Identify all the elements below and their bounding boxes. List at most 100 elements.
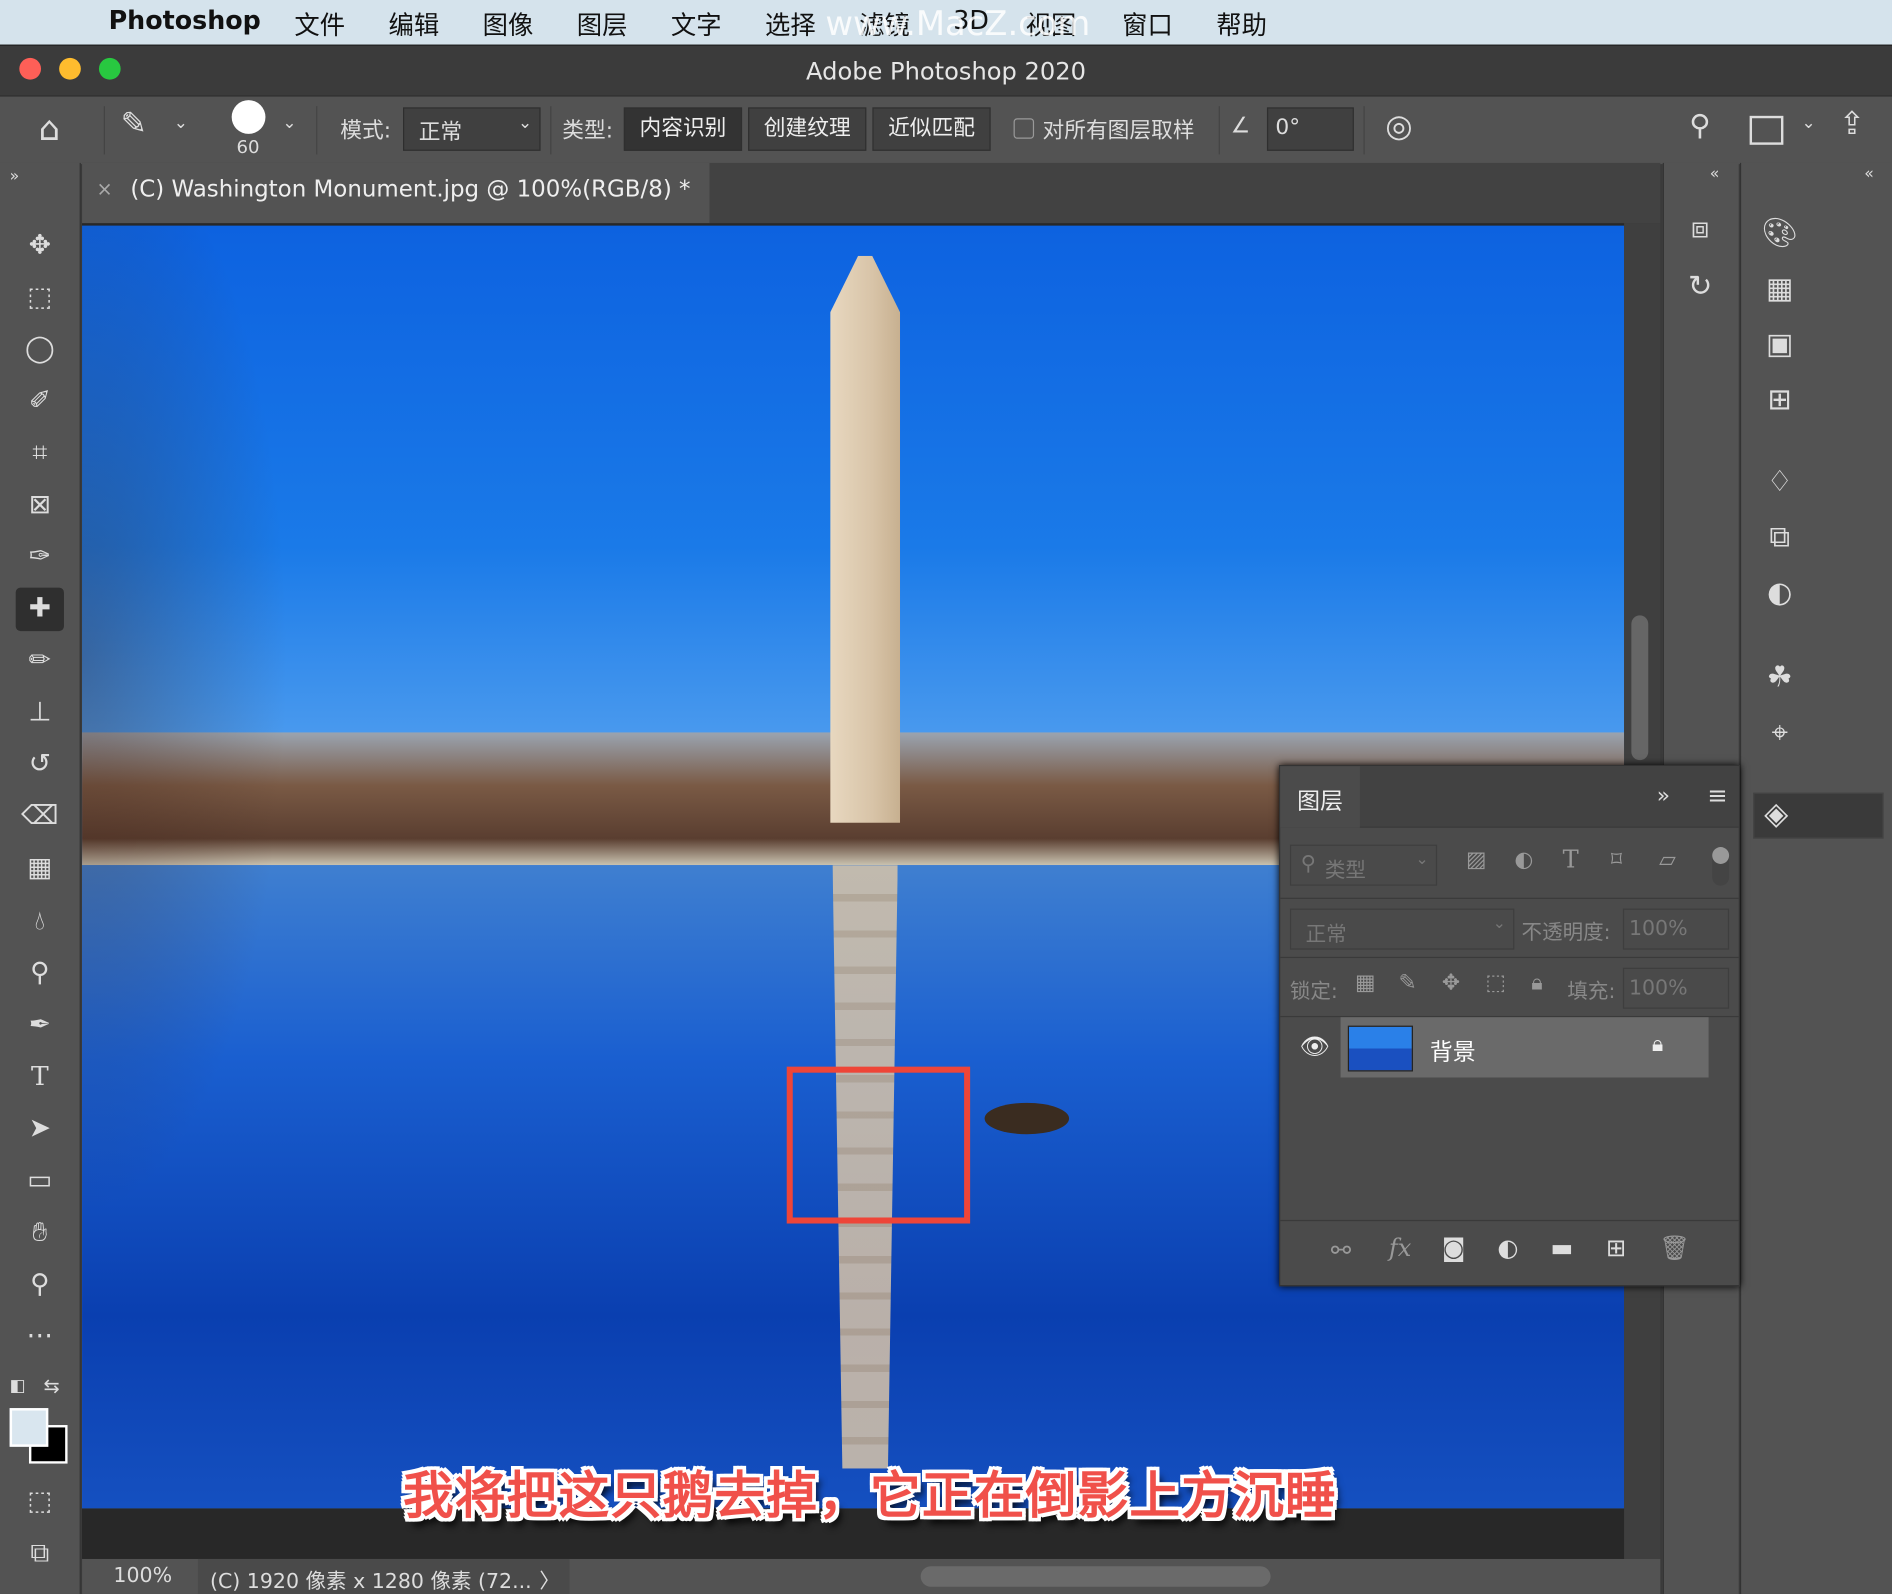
gradients-icon[interactable]: ▣ xyxy=(1756,327,1804,361)
filter-toggle[interactable] xyxy=(1712,847,1730,886)
layer-filter-select[interactable]: ⚲ 类型 ⌄ xyxy=(1289,844,1438,886)
lock-image-icon[interactable]: ✎ xyxy=(1398,970,1416,995)
layers-tab[interactable]: 图层 xyxy=(1280,766,1360,828)
gradient-tool-icon[interactable]: ▦ xyxy=(16,847,64,890)
more-tools-icon[interactable]: ⋯ xyxy=(16,1315,64,1358)
new-group-icon[interactable]: ▬ xyxy=(1551,1233,1574,1262)
brush-tool-icon[interactable]: ✏ xyxy=(16,640,64,683)
fill-input[interactable]: 100% xyxy=(1622,967,1730,1009)
color-icon[interactable]: 🎨︎ xyxy=(1756,216,1804,250)
properties-icon[interactable]: ⧉ xyxy=(1756,520,1804,554)
marquee-tool-icon[interactable]: ⬚ xyxy=(16,276,64,319)
menu-edit[interactable]: 编辑 xyxy=(389,6,440,42)
paths-icon[interactable]: ⌖ xyxy=(1756,716,1804,750)
menu-app-name[interactable]: Photoshop xyxy=(109,6,261,35)
move-tool-icon[interactable]: ✥ xyxy=(16,224,64,267)
panel-menu-icon[interactable]: ≡ xyxy=(1707,781,1727,810)
document-tab[interactable]: × (C) Washington Monument.jpg @ 100%(RGB… xyxy=(82,162,710,224)
menu-file[interactable]: 文件 xyxy=(294,6,345,42)
layer-row[interactable]: 👁︎ 背景 🔒︎ xyxy=(1280,1017,1709,1078)
link-layers-icon[interactable]: ⚯ xyxy=(1331,1236,1351,1265)
chevron-down-icon[interactable]: ⌄ xyxy=(174,113,188,132)
new-layer-icon[interactable]: ⊞ xyxy=(1606,1233,1626,1262)
healing-brush-preset-icon[interactable]: ✎ xyxy=(121,106,147,142)
menu-help[interactable]: 帮助 xyxy=(1216,6,1267,42)
history-brush-tool-icon[interactable]: ↺ xyxy=(16,743,64,786)
blend-mode-select[interactable]: 正常 ⌄ xyxy=(1289,908,1515,950)
channels-icon[interactable]: ☘ xyxy=(1756,660,1804,694)
collapse-icon[interactable]: « xyxy=(1710,165,1720,183)
rectangle-tool-icon[interactable]: ▭ xyxy=(16,1160,64,1203)
path-select-tool-icon[interactable]: ➤ xyxy=(16,1108,64,1151)
lock-all-icon[interactable]: 🔒︎ xyxy=(1531,970,1543,995)
default-colors-icon[interactable]: ◧ xyxy=(10,1377,26,1396)
menu-select[interactable]: 选择 xyxy=(765,6,816,42)
home-icon[interactable]: ⌂ xyxy=(39,109,60,149)
create-texture-button[interactable]: 创建纹理 xyxy=(748,107,867,151)
menu-type[interactable]: 文字 xyxy=(671,6,722,42)
info-menu-arrow[interactable]: 〉 xyxy=(539,1564,560,1594)
eye-icon[interactable]: 👁︎ xyxy=(1300,1032,1331,1061)
angle-input[interactable]: 0° xyxy=(1266,107,1354,151)
search-icon[interactable]: ⚲ xyxy=(1689,109,1710,143)
lock-artboard-icon[interactable]: ⬚ xyxy=(1485,970,1506,995)
vertical-scroll-thumb[interactable] xyxy=(1631,615,1649,761)
mode-select[interactable]: 正常 ⌄ xyxy=(403,107,541,151)
eraser-tool-icon[interactable]: ⌫ xyxy=(16,795,64,838)
adjustments-icon[interactable]: ◐ xyxy=(1756,576,1804,610)
fx-icon[interactable]: fx xyxy=(1389,1233,1412,1262)
opacity-input[interactable]: 100% xyxy=(1622,908,1730,950)
lasso-tool-icon[interactable]: ◯ xyxy=(16,328,64,371)
eyedropper-tool-icon[interactable]: ✑ xyxy=(16,536,64,579)
layer-name[interactable]: 背景 xyxy=(1430,1034,1476,1067)
menu-image[interactable]: 图像 xyxy=(483,6,534,42)
horizontal-scroll-thumb[interactable] xyxy=(920,1566,1271,1587)
close-tab-icon[interactable]: × xyxy=(97,177,113,200)
shape-filter-icon[interactable]: ⌑ xyxy=(1611,847,1622,872)
patterns-icon[interactable]: ⊞ xyxy=(1756,383,1804,417)
content-aware-button[interactable]: 内容识别 xyxy=(623,107,743,151)
history-icon[interactable]: ↻ xyxy=(1676,269,1724,303)
quick-mask-icon[interactable]: ⬚ xyxy=(16,1481,64,1524)
pressure-icon[interactable]: ◎ xyxy=(1385,109,1412,145)
quick-select-tool-icon[interactable]: ✐ xyxy=(16,380,64,423)
screen-mode-icon[interactable]: ⧉ xyxy=(16,1532,64,1575)
frame-tool-icon[interactable]: ⊠ xyxy=(16,484,64,527)
chevron-down-icon[interactable]: ⌄ xyxy=(1801,113,1815,132)
share-icon[interactable]: ⇪ xyxy=(1839,106,1865,142)
swatches-icon[interactable]: ▦ xyxy=(1756,271,1804,305)
stamp-tool-icon[interactable]: ⊥ xyxy=(16,691,64,734)
pixel-filter-icon[interactable]: ▨ xyxy=(1466,847,1487,872)
zoom-tool-icon[interactable]: ⚲ xyxy=(16,1263,64,1306)
document-info[interactable]: (C) 1920 像素 x 1280 像素 (72... 〉 xyxy=(197,1558,570,1594)
healing-brush-tool-icon[interactable]: ✚ xyxy=(15,587,64,632)
pen-tool-icon[interactable]: ✒ xyxy=(16,1004,64,1047)
adjustment-filter-icon[interactable]: ◐ xyxy=(1514,847,1533,872)
learn-icon[interactable]: ♢ xyxy=(1756,465,1804,499)
workspace-icon[interactable] xyxy=(1749,115,1784,145)
lock-position-icon[interactable]: ✥ xyxy=(1442,970,1460,995)
type-tool-icon[interactable]: T xyxy=(16,1056,64,1099)
smart-object-filter-icon[interactable]: ▱ xyxy=(1659,847,1676,872)
layer-item[interactable]: 背景 🔒︎ xyxy=(1340,1017,1709,1078)
add-mask-icon[interactable]: ◙ xyxy=(1442,1233,1465,1262)
brush-preview[interactable] xyxy=(231,100,266,134)
collapse-icon[interactable]: « xyxy=(1864,165,1874,183)
crop-tool-icon[interactable]: ⌗ xyxy=(16,432,64,475)
expand-icon[interactable]: » xyxy=(10,168,20,186)
proximity-match-button[interactable]: 近似匹配 xyxy=(872,107,991,151)
dodge-tool-icon[interactable]: ⚲ xyxy=(16,952,64,995)
blur-tool-icon[interactable]: 💧︎ xyxy=(16,900,64,943)
sample-all-layers-checkbox[interactable] xyxy=(1013,118,1035,139)
type-filter-icon[interactable]: T xyxy=(1563,845,1579,874)
hand-tool-icon[interactable]: ✋︎ xyxy=(16,1211,64,1254)
trash-icon[interactable]: 🗑︎ xyxy=(1659,1233,1690,1262)
collapse-panel-icon[interactable]: » xyxy=(1657,783,1670,808)
lock-icon[interactable]: 🔒︎ xyxy=(1652,1032,1664,1057)
foreground-color-swatch[interactable] xyxy=(9,1408,49,1447)
menu-window[interactable]: 窗口 xyxy=(1122,6,1173,42)
layers-panel-button[interactable]: ◈ xyxy=(1753,792,1884,839)
menu-layer[interactable]: 图层 xyxy=(577,6,628,42)
libraries-icon[interactable]: ⧈ xyxy=(1676,211,1724,245)
swap-colors-icon[interactable]: ⇆ xyxy=(43,1374,59,1397)
